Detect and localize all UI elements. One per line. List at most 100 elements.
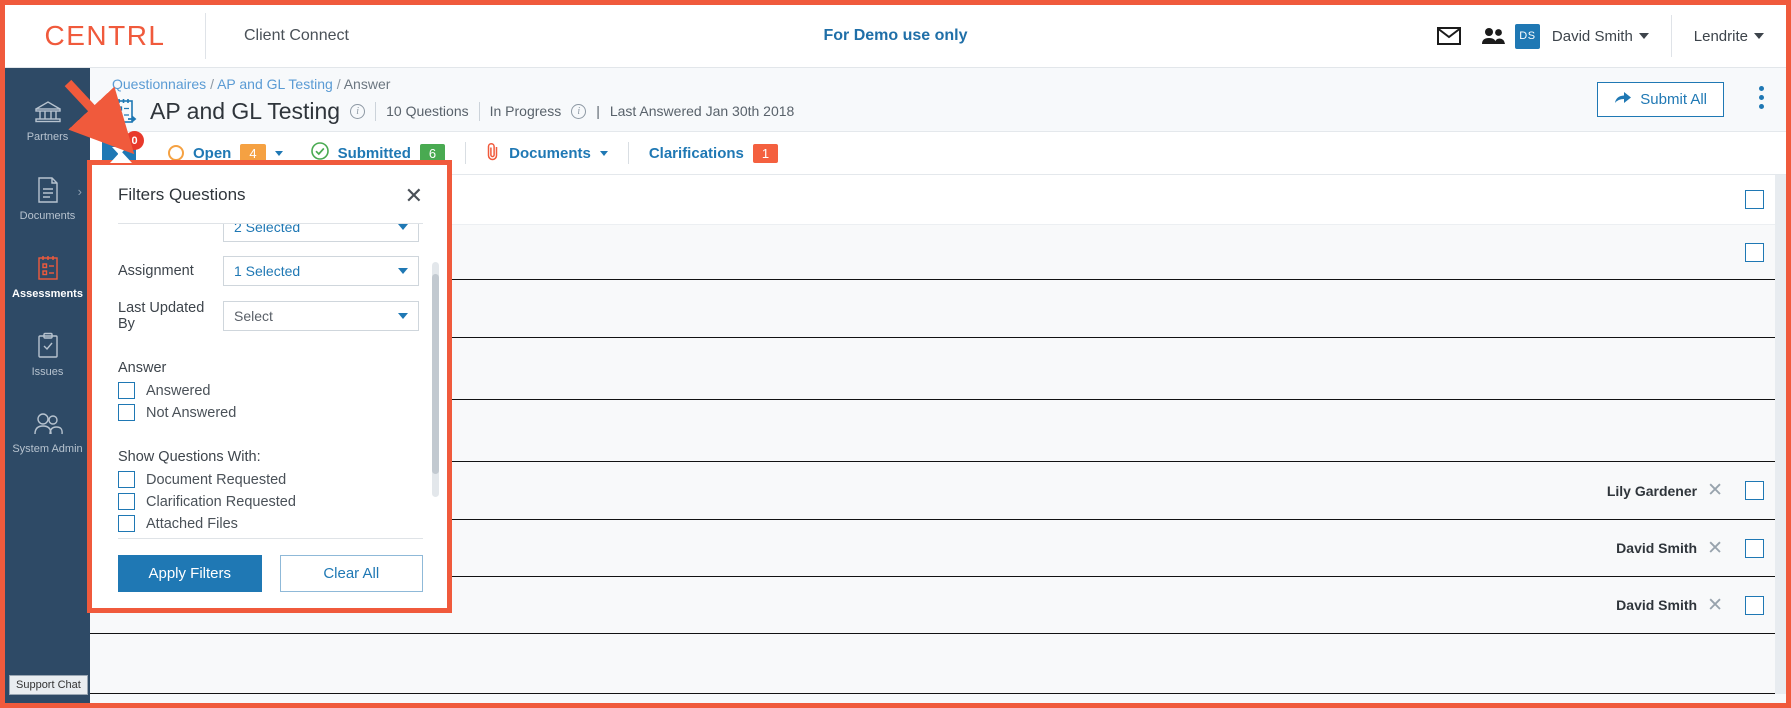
filter-field-row: Last Updated By Select xyxy=(118,300,423,332)
answered-checkbox[interactable] xyxy=(118,382,135,399)
tab-label: Submitted xyxy=(337,144,411,162)
answer-group-title: Answer xyxy=(118,360,167,376)
user-name-label: David Smith xyxy=(1551,27,1633,45)
checkbox-row-not-answered[interactable]: Not Answered xyxy=(118,404,423,421)
chevron-down-icon[interactable] xyxy=(1638,33,1649,39)
last-answered-label: Last Answered Jan 30th 2018 xyxy=(609,103,795,119)
sidebar-item-label: System Admin xyxy=(12,443,83,455)
share-arrow-icon xyxy=(1614,90,1632,109)
apply-filters-button[interactable]: Apply Filters xyxy=(118,555,262,592)
chevron-right-icon[interactable]: › xyxy=(78,184,82,199)
envelope-icon[interactable] xyxy=(1427,16,1471,56)
remove-assignee-icon[interactable]: ✕ xyxy=(1707,596,1723,615)
filter-field-row: 2 Selected xyxy=(118,224,423,242)
info-icon[interactable]: i xyxy=(350,103,366,119)
filter-select-value: 1 Selected xyxy=(234,263,301,279)
chevron-down-icon xyxy=(398,313,408,319)
attached-files-checkbox[interactable] xyxy=(118,515,135,532)
checkbox-label: Document Requested xyxy=(146,471,287,488)
filters-popup: Filters Questions ✕ 2 Selected Assignmen… xyxy=(87,151,452,613)
checkbox-row-answered[interactable]: Answered xyxy=(118,382,423,399)
divider xyxy=(627,142,629,164)
filters-popup-header: Filters Questions ✕ xyxy=(92,165,447,207)
divider xyxy=(375,101,377,121)
questionnaire-icon xyxy=(112,97,140,125)
vertical-scrollbar[interactable] xyxy=(1775,175,1786,694)
tab-clarifications[interactable]: Clarifications 1 xyxy=(635,143,792,163)
tab-documents[interactable]: Documents xyxy=(472,142,622,165)
assignment-select[interactable]: 1 Selected xyxy=(223,256,419,286)
filter-select-value: Select xyxy=(234,308,273,324)
breadcrumb-separator: / xyxy=(336,76,341,92)
assignee-label: David Smith xyxy=(1616,597,1698,613)
sidebar-item-label: Documents xyxy=(19,210,76,222)
popup-scrollbar-thumb[interactable] xyxy=(432,274,439,474)
filter-field-label: Last Updated By xyxy=(118,300,205,332)
chevron-down-icon[interactable] xyxy=(599,150,608,156)
app-name-label: Client Connect xyxy=(244,27,349,44)
users-icon[interactable] xyxy=(1471,16,1515,56)
checkbox-label: Clarification Requested xyxy=(146,493,296,510)
filters-popup-inner: Filters Questions ✕ 2 Selected Assignmen… xyxy=(92,151,447,608)
close-icon[interactable]: ✕ xyxy=(405,185,423,207)
submit-all-button[interactable]: Submit All xyxy=(1597,82,1724,117)
chevron-down-icon[interactable] xyxy=(274,150,283,156)
filter-select[interactable]: 2 Selected xyxy=(223,224,419,242)
circle-outline-icon xyxy=(168,145,184,161)
row-checkbox[interactable] xyxy=(1745,242,1764,262)
sidebar-item-label: Issues xyxy=(31,366,64,378)
question-count-label: 10 Questions xyxy=(386,103,469,119)
breadcrumb-parent[interactable]: AP and GL Testing xyxy=(217,76,333,92)
submit-all-label: Submit All xyxy=(1640,91,1707,108)
info-icon[interactable]: i xyxy=(571,103,587,119)
chevron-down-icon[interactable] xyxy=(1754,33,1764,39)
row-checkbox[interactable] xyxy=(1745,481,1764,500)
checkbox-row-clarification-requested[interactable]: Clarification Requested xyxy=(118,493,423,510)
sidebar-item-partners[interactable]: Partners xyxy=(5,82,90,160)
clear-all-button[interactable]: Clear All xyxy=(279,555,423,592)
divider xyxy=(118,538,423,539)
row-checkbox[interactable] xyxy=(1745,190,1764,209)
paperclip-icon xyxy=(486,142,500,165)
not-answered-checkbox[interactable] xyxy=(118,404,135,421)
checkbox-row-attached-files[interactable]: Attached Files xyxy=(118,515,423,532)
title-row: AP and GL Testing i 10 Questions In Prog… xyxy=(112,97,1786,125)
sidebar-item-label: Assessments xyxy=(12,288,83,300)
checkbox-label: Not Answered xyxy=(146,404,237,421)
filter-count-badge: 0 xyxy=(125,131,144,150)
row-checkbox[interactable] xyxy=(1745,595,1764,615)
chevron-down-icon xyxy=(398,224,408,230)
remove-assignee-icon[interactable]: ✕ xyxy=(1707,481,1723,500)
app-window: CENTRL Client Connect For Demo use only … xyxy=(0,0,1791,708)
page-title: AP and GL Testing xyxy=(150,97,341,124)
table-row[interactable] xyxy=(90,634,1786,694)
divider xyxy=(465,142,467,164)
row-checkbox[interactable] xyxy=(1745,538,1764,558)
sidebar-item-documents[interactable]: › Documents xyxy=(5,160,90,238)
checkbox-label: Attached Files xyxy=(146,515,238,532)
document-requested-checkbox[interactable] xyxy=(118,471,135,488)
support-chat-button[interactable]: Support Chat xyxy=(9,675,88,695)
filter-action-buttons: Apply Filters Clear All xyxy=(118,555,423,592)
more-options-icon[interactable] xyxy=(1759,86,1764,109)
breadcrumb-root[interactable]: Questionnaires xyxy=(112,76,206,92)
filters-popup-title: Filters Questions xyxy=(118,185,246,204)
top-navigation-bar: CENTRL Client Connect For Demo use only … xyxy=(5,5,1786,68)
filter-field-row: Assignment 1 Selected xyxy=(118,256,423,286)
clarification-requested-checkbox[interactable] xyxy=(118,493,135,510)
breadcrumb-separator: / xyxy=(210,76,214,92)
popup-pointer xyxy=(110,151,132,163)
remove-assignee-icon[interactable]: ✕ xyxy=(1707,539,1723,558)
brand-logo[interactable]: CENTRL xyxy=(5,20,205,52)
top-right-controls: DS David Smith Lendrite xyxy=(1427,15,1786,57)
avatar[interactable]: DS xyxy=(1514,23,1540,49)
divider xyxy=(478,101,480,121)
tab-count-badge: 1 xyxy=(752,143,779,163)
filter-select-value: 2 Selected xyxy=(234,224,301,235)
sidebar-item-system-admin[interactable]: System Admin xyxy=(5,394,90,472)
last-updated-by-select[interactable]: Select xyxy=(223,301,419,331)
sidebar-item-issues[interactable]: Issues xyxy=(5,316,90,394)
sidebar-item-assessments[interactable]: Assessments xyxy=(5,238,90,316)
popup-scrollbar[interactable] xyxy=(432,262,439,497)
checkbox-row-document-requested[interactable]: Document Requested xyxy=(118,471,423,488)
